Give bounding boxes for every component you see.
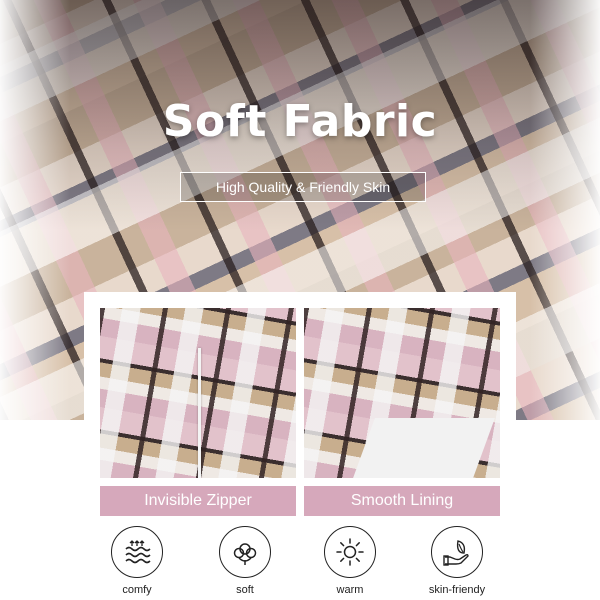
feature-skin-friendly: skin-friendy [412, 526, 502, 596]
hero-right-fade [530, 0, 600, 420]
feature-comfy-label: comfy [122, 584, 152, 596]
lining-fold [353, 418, 495, 478]
lining-detail-image [304, 308, 500, 478]
feature-skin-friendly-label: skin-friendy [428, 584, 486, 596]
hero-left-fade [0, 0, 70, 420]
lining-label-bar: Smooth Lining [304, 486, 500, 516]
sun-icon [324, 526, 376, 578]
zipper-line [198, 348, 201, 478]
subtitle-box: High Quality & Friendly Skin [180, 172, 426, 202]
lining-label: Smooth Lining [350, 492, 454, 509]
cotton-icon [219, 526, 271, 578]
feature-icons-row: comfy soft warm skin-friendy [0, 520, 600, 600]
feature-soft-label: soft [236, 584, 254, 596]
zipper-label-bar: Invisible Zipper [100, 486, 296, 516]
feature-soft: soft [200, 526, 290, 596]
comfy-waves-icon [111, 526, 163, 578]
feature-warm: warm [305, 526, 395, 596]
feature-comfy: comfy [92, 526, 182, 596]
zipper-detail-image [100, 308, 296, 478]
feature-warm-label: warm [336, 584, 364, 596]
zipper-label: Invisible Zipper [144, 492, 252, 509]
hero-subtitle: High Quality & Friendly Skin [215, 179, 391, 195]
detail-panel: Invisible Zipper Smooth Lining [84, 292, 516, 520]
hero-title: Soft Fabric [162, 96, 438, 147]
hand-leaf-icon [431, 526, 483, 578]
